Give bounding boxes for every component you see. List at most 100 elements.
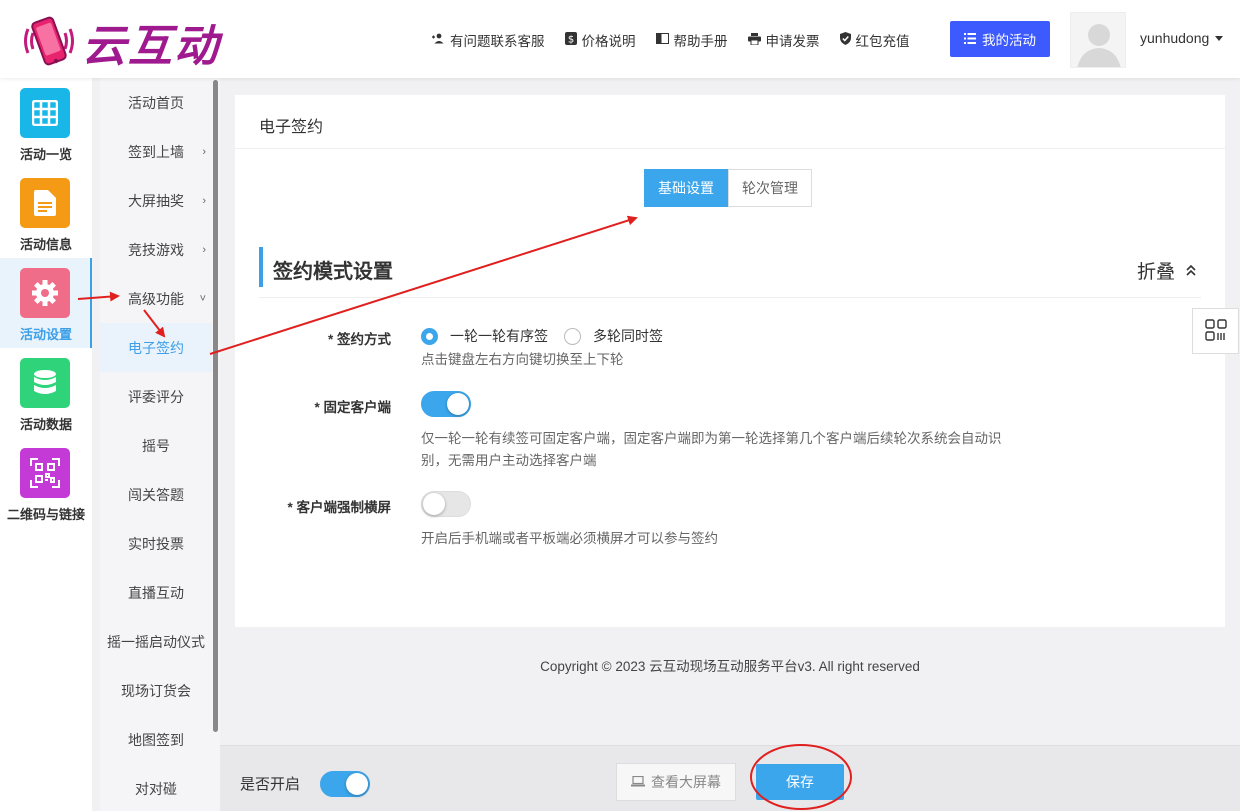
submenu-item-label: 摇号 (142, 437, 170, 454)
shield-check-icon (839, 32, 851, 48)
top-header: 云互动 有问题联系客服 $ 价格说明 帮助手册 申请发票 红包充值 我的活动 y… (0, 0, 1240, 78)
list-icon (964, 32, 976, 47)
submenu-item-checkin-wall[interactable]: 签到上墙 › (100, 127, 212, 176)
submenu-item-label: 地图签到 (128, 731, 184, 748)
submenu-item-label: 签到上墙 (128, 143, 184, 160)
section-title: 签约模式设置 (273, 261, 393, 283)
database-icon (20, 358, 70, 408)
submenu-item-label: 活动首页 (128, 94, 184, 111)
save-button[interactable]: 保存 (756, 764, 844, 800)
divider (259, 297, 1201, 298)
submenu-item-competitive-games[interactable]: 竞技游戏 › (100, 225, 212, 274)
submenu-item-order-meeting[interactable]: 现场订货会 (100, 666, 212, 715)
red-packet-label: 红包充值 (855, 34, 910, 49)
copyright: Copyright © 2023 云互动现场互动服务平台v3. All righ… (540, 659, 920, 674)
sidebar-item-activity-settings[interactable]: 活动设置 (0, 258, 92, 348)
submenu: 活动首页 签到上墙 › 大屏抽奖 › 竞技游戏 › 高级功能 ˅ 电子签约 评委评分 摇… (100, 78, 220, 811)
radio-multi-round[interactable] (564, 327, 581, 345)
tab-basic-settings[interactable]: 基础设置 (644, 169, 728, 207)
chevron-right-icon: › (202, 194, 206, 207)
sidebar-item-label: 活动数据 (19, 417, 72, 432)
submenu-item-live-vote[interactable]: 实时投票 (100, 519, 212, 568)
view-big-screen-button[interactable]: 查看大屏幕 (616, 763, 736, 801)
submenu-item-activity-home[interactable]: 活动首页 (100, 78, 212, 127)
sidebar-item-qrcode-links[interactable]: 二维码与链接 (0, 438, 92, 528)
view-big-screen-label: 查看大屏幕 (651, 774, 721, 790)
brand-logo[interactable]: 云互动 (20, 10, 220, 74)
submenu-item-match-pair[interactable]: 对对碰 (100, 764, 212, 811)
radio-multi-round-label[interactable]: 多轮同时签 (593, 326, 663, 346)
force-landscape-label: * 客户端强制横屏 (287, 500, 391, 515)
add-user-icon (432, 33, 445, 47)
submenu-item-quiz-challenge[interactable]: 闯关答题 (100, 470, 212, 519)
contact-support-label: 有问题联系客服 (450, 34, 545, 49)
sidebar-item-activity-data[interactable]: 活动数据 (0, 348, 92, 438)
dollar-icon: $ (564, 32, 577, 48)
invoice-label: 申请发票 (765, 34, 820, 49)
sidebar-item-label: 活动设置 (19, 327, 72, 342)
fixed-client-help-2: 别，无需用户主动选择客户端 (421, 453, 597, 468)
sidebar-item-label: 活动信息 (19, 237, 72, 252)
sign-mode-radio-group: 一轮一轮有序签 多轮同时签 (421, 326, 663, 346)
radio-sequential[interactable] (421, 327, 438, 345)
submenu-item-judge-scoring[interactable]: 评委评分 (100, 372, 212, 421)
submenu-item-label: 高级功能 (128, 290, 184, 307)
force-landscape-toggle[interactable] (421, 491, 471, 517)
username: yunhudong (1140, 30, 1210, 46)
chevron-down-icon: ˅ (199, 292, 206, 305)
sign-mode-help: 点击键盘左右方向键切换至上下轮 (421, 352, 624, 367)
toggle-knob (423, 493, 445, 515)
sidebar-item-label: 活动一览 (19, 147, 72, 162)
my-activity-button[interactable]: 我的活动 (950, 21, 1050, 57)
sidebar-item-activity-list[interactable]: 活动一览 (0, 78, 92, 168)
submenu-item-label: 评委评分 (128, 388, 184, 405)
submenu-item-shake-ceremony[interactable]: 摇一摇启动仪式 (100, 617, 212, 666)
fixed-client-toggle[interactable] (421, 391, 471, 417)
pricing-label: 价格说明 (581, 34, 636, 49)
top-links: 有问题联系客服 $ 价格说明 帮助手册 申请发票 红包充值 (432, 30, 910, 50)
toggle-knob (447, 393, 469, 415)
contact-support-link[interactable]: 有问题联系客服 (432, 30, 545, 50)
my-activity-label: 我的活动 (982, 33, 1036, 48)
sidebar-item-label: 二维码与链接 (6, 507, 85, 522)
fold-toggle[interactable]: 折叠 (1137, 257, 1197, 284)
chevron-right-icon: › (202, 243, 206, 256)
submenu-scrollbar[interactable] (213, 80, 218, 732)
submenu-item-label: 大屏抽奖 (128, 192, 184, 209)
tab-round-management[interactable]: 轮次管理 (728, 169, 812, 207)
toggle-knob (346, 773, 368, 795)
main-card: 电子签约 基础设置 轮次管理 签约模式设置 折叠 * 签约方式 一轮一轮有序签 … (235, 95, 1225, 627)
submenu-item-screen-lottery[interactable]: 大屏抽奖 › (100, 176, 212, 225)
floating-qrcode-button[interactable] (1192, 308, 1239, 354)
submenu-item-label: 对对碰 (135, 780, 177, 797)
phone-logo-icon (20, 13, 78, 71)
fold-label: 折叠 (1136, 262, 1175, 283)
qrcode-icon (1204, 318, 1227, 344)
submenu-item-map-checkin[interactable]: 地图签到 (100, 715, 212, 764)
pricing-link[interactable]: $ 价格说明 (564, 30, 636, 50)
sidebar-item-activity-info[interactable]: 活动信息 (0, 168, 92, 258)
sidebar: 活动一览 活动信息 活动设置 活动数据 二维码与链接 (0, 78, 92, 811)
enable-toggle[interactable] (320, 771, 370, 797)
avatar[interactable] (1070, 12, 1126, 68)
help-manual-link[interactable]: 帮助手册 (655, 30, 728, 50)
submenu-item-live-stream[interactable]: 直播互动 (100, 568, 212, 617)
fixed-client-help-1: 仅一轮一轮有续签可固定客户端，固定客户端即为第一轮选择第几个客户端后续轮次系统会… (421, 431, 1002, 446)
submenu-item-label: 摇一摇启动仪式 (107, 633, 205, 650)
submenu-item-label: 实时投票 (128, 535, 184, 552)
laptop-icon (631, 774, 645, 790)
submenu-item-advanced-features[interactable]: 高级功能 ˅ (100, 274, 212, 323)
user-menu[interactable]: yunhudong (1140, 30, 1224, 46)
submenu-item-label: 闯关答题 (128, 486, 184, 503)
svg-text:$: $ (567, 35, 573, 46)
invoice-link[interactable]: 申请发票 (747, 30, 820, 50)
submenu-item-e-sign[interactable]: 电子签约 (100, 323, 212, 372)
submenu-item-label: 竞技游戏 (128, 241, 184, 258)
book-icon (655, 33, 669, 47)
grid-icon (20, 88, 70, 138)
force-landscape-help: 开启后手机端或者平板端必须横屏才可以参与签约 (421, 531, 718, 546)
radio-sequential-label[interactable]: 一轮一轮有序签 (450, 326, 548, 346)
section-accent-bar (259, 247, 263, 287)
submenu-item-lottery-number[interactable]: 摇号 (100, 421, 212, 470)
red-packet-recharge-link[interactable]: 红包充值 (839, 30, 910, 50)
